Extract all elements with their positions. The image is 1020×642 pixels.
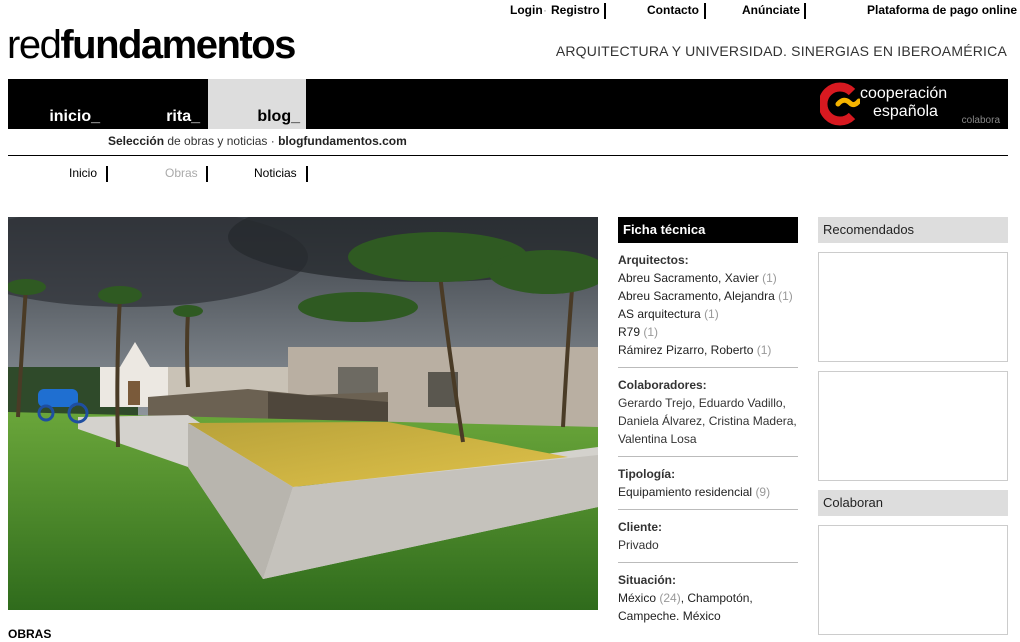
cliente-value: Privado: [618, 538, 659, 552]
site-tagline: ARQUITECTURA Y UNIVERSIDAD. SINERGIAS EN…: [555, 43, 1007, 59]
arquitecto-name[interactable]: Rámirez Pizarro, Roberto: [618, 343, 753, 357]
tipologia-section: Tipología: Equipamiento residencial (9): [618, 457, 798, 510]
site-logo[interactable]: redfundamentos: [7, 22, 296, 68]
top-divider: [804, 3, 806, 19]
cooperacion-espanola-sponsor[interactable]: cooperación española colabora: [816, 79, 1008, 129]
nav-tab-label: inicio_: [49, 108, 100, 125]
registro-link[interactable]: Registro: [551, 3, 600, 17]
nav-tab-label: rita_: [166, 108, 200, 125]
subtitle-middle: de obras y noticias ·: [164, 134, 279, 148]
tipologia-count: (9): [755, 485, 771, 499]
top-divider: [704, 3, 706, 19]
arquitecto-item[interactable]: R79 (1): [618, 323, 798, 341]
arquitecto-name[interactable]: Abreu Sacramento, Xavier: [618, 271, 759, 285]
tipologia-name[interactable]: Equipamiento residencial: [618, 485, 752, 499]
contacto-link[interactable]: Contacto: [647, 3, 699, 17]
nav-tab-rita[interactable]: rita_: [108, 79, 206, 129]
right-sidebar: Recomendados Colaboran: [818, 217, 1008, 635]
header-divider: [8, 155, 1008, 156]
blog-subtitle: Selección de obras y noticias · blogfund…: [108, 134, 407, 148]
recomendados-slot-1[interactable]: [818, 252, 1008, 362]
arquitecto-count: (1): [762, 271, 777, 285]
nav-tab-label: blog_: [257, 108, 300, 125]
tipologia-item[interactable]: Equipamiento residencial (9): [618, 483, 798, 501]
subtitle-domain: blogfundamentos.com: [278, 134, 407, 148]
nav-tab-blog[interactable]: blog_: [208, 79, 306, 129]
subnav-divider: [206, 166, 208, 182]
section-label: OBRAS: [8, 627, 52, 641]
arquitecto-name[interactable]: R79: [618, 325, 640, 339]
ficha-title: Ficha técnica: [618, 217, 798, 243]
subnav-obras[interactable]: Obras: [165, 166, 198, 180]
arquitecto-count: (1): [778, 289, 793, 303]
top-utility-links: Login · Registro Contacto Anúnciate Plat…: [0, 3, 1020, 19]
sponsor-line2: española: [873, 103, 938, 120]
situacion-country-link[interactable]: México: [618, 591, 656, 605]
arquitecto-name[interactable]: AS arquitectura: [618, 307, 701, 321]
login-separator: ·: [543, 3, 547, 17]
login-link[interactable]: Login: [510, 3, 543, 17]
hacienda-courtyard-image: [8, 217, 598, 610]
project-photo[interactable]: [8, 217, 598, 610]
situacion-value: México (24), Champotón, Campeche. México: [618, 589, 798, 625]
sponsor-line1: cooperación: [860, 85, 948, 102]
cooperacion-logo-icon: [820, 82, 860, 126]
plataforma-pago-link[interactable]: Plataforma de pago online: [867, 3, 1017, 17]
sponsor-tag: colabora: [961, 115, 1000, 126]
anunciate-link[interactable]: Anúnciate: [742, 3, 800, 17]
arquitecto-item[interactable]: Abreu Sacramento, Xavier (1): [618, 269, 798, 287]
situacion-count: (24): [659, 591, 681, 605]
arquitecto-count: (1): [704, 307, 719, 321]
arquitectos-section: Arquitectos: Abreu Sacramento, Xavier (1…: [618, 243, 798, 368]
subnav-noticias[interactable]: Noticias: [254, 166, 297, 180]
subnav-divider: [106, 166, 108, 182]
arquitecto-name[interactable]: Abreu Sacramento, Alejandra: [618, 289, 775, 303]
tipologia-title: Tipología:: [618, 467, 676, 481]
arquitecto-count: (1): [643, 325, 659, 339]
ficha-tecnica: Ficha técnica Arquitectos: Abreu Sacrame…: [618, 217, 798, 633]
cliente-title: Cliente:: [618, 520, 663, 534]
arquitecto-count: (1): [756, 343, 772, 357]
arquitecto-item[interactable]: Abreu Sacramento, Alejandra (1): [618, 287, 798, 305]
subnav-inicio[interactable]: Inicio: [69, 166, 97, 180]
situacion-title: Situación:: [618, 573, 677, 587]
nav-tab-inicio[interactable]: inicio_: [8, 79, 106, 129]
colaboran-header: Colaboran: [818, 490, 1008, 516]
recomendados-header: Recomendados: [818, 217, 1008, 243]
main-nav: inicio_ rita_ blog_ cooperación española…: [8, 79, 1008, 129]
arquitecto-item[interactable]: Rámirez Pizarro, Roberto (1): [618, 341, 798, 359]
top-divider: [604, 3, 606, 19]
logo-bold-text: fundamentos: [60, 23, 296, 67]
colaboradores-list: Gerardo Trejo, Eduardo Vadillo, Daniela …: [618, 396, 797, 446]
arquitectos-title: Arquitectos:: [618, 253, 689, 267]
recomendados-slot-2[interactable]: [818, 371, 1008, 481]
colaboradores-section: Colaboradores: Gerardo Trejo, Eduardo Va…: [618, 368, 798, 457]
subtitle-bold: Selección: [108, 134, 165, 148]
cliente-section: Cliente: Privado: [618, 510, 798, 563]
arquitecto-item[interactable]: AS arquitectura (1): [618, 305, 798, 323]
colaboran-slot[interactable]: [818, 525, 1008, 635]
situacion-section: Situación: México (24), Champotón, Campe…: [618, 563, 798, 633]
subnav-divider: [306, 166, 308, 182]
colaboradores-title: Colaboradores:: [618, 378, 707, 392]
logo-light-text: red: [7, 23, 62, 67]
